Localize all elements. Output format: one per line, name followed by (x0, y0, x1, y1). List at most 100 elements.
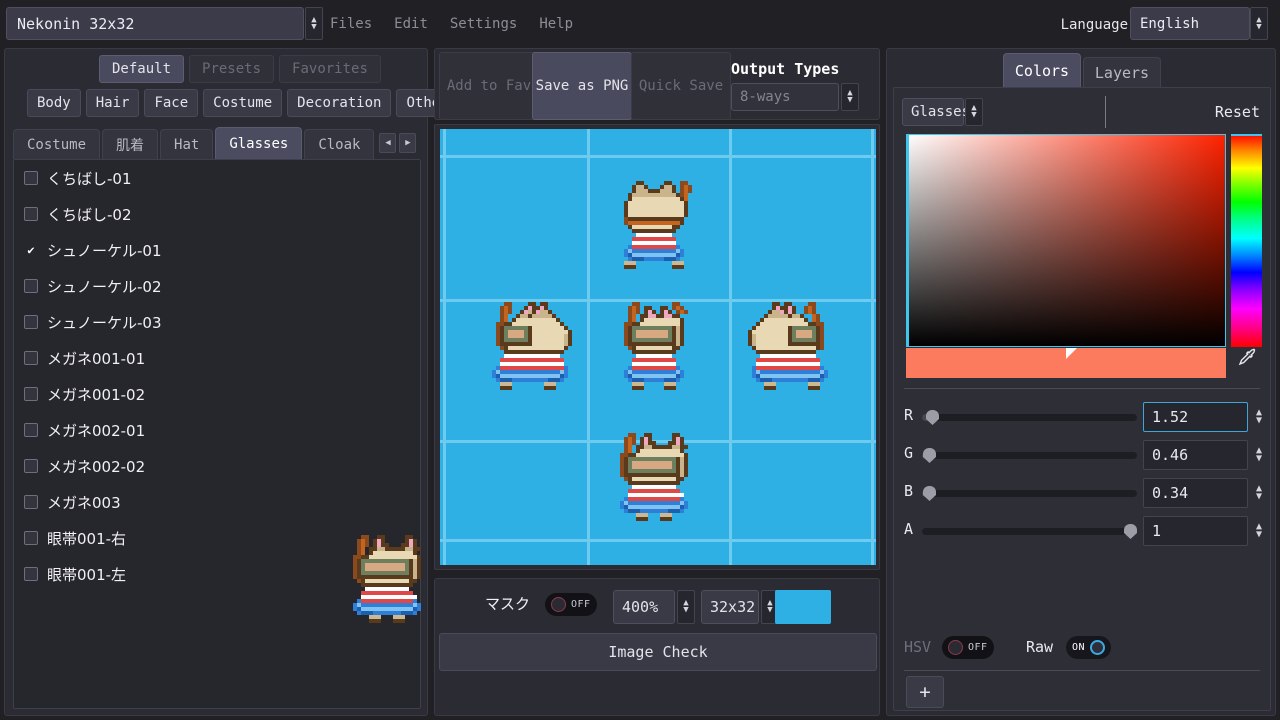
output-types-select[interactable]: 8-ways (731, 83, 839, 111)
list-item[interactable]: ✔ シュノーケル-01 (14, 232, 420, 268)
raw-toggle[interactable]: ON (1066, 636, 1112, 659)
category-body-button[interactable]: Body (27, 89, 81, 117)
size-select[interactable]: 32x32 (701, 590, 759, 624)
category-hair-button[interactable]: Hair (85, 89, 140, 117)
category-decoration-button[interactable]: Decoration (287, 89, 392, 117)
raw-toggle-state: ON (1072, 642, 1086, 653)
hue-cursor (1231, 134, 1262, 136)
sv-cursor (907, 135, 909, 346)
list-item[interactable]: くちばし-01 (14, 160, 420, 196)
list-item[interactable]: メガネ001-01 (14, 340, 420, 376)
list-item-label: 眼帯001-左 (47, 565, 127, 584)
tab-scroll-left-icon[interactable]: ◀ (379, 133, 397, 153)
layer-select[interactable]: Glasses (902, 98, 970, 126)
channel-row-r: R 1.52 ▲ ▼ (904, 402, 1264, 432)
value-stepper-a[interactable]: ▲ ▼ (1251, 516, 1267, 546)
list-item-checkbox[interactable] (24, 171, 38, 185)
channel-label-g: G (904, 444, 914, 462)
tab-layers[interactable]: Layers (1083, 57, 1161, 87)
menu-settings[interactable]: Settings (450, 16, 517, 32)
list-item[interactable]: シュノーケル-02 (14, 268, 420, 304)
zoom-stepper[interactable]: ▲ ▼ (677, 590, 695, 624)
add-to-fav-button[interactable]: Add to Fav (439, 52, 539, 120)
preset-favorites-button[interactable]: Favorites (279, 55, 381, 83)
layer-select-stepper[interactable]: ▲ ▼ (965, 98, 983, 126)
preset-default-button[interactable]: Default (99, 55, 185, 83)
save-as-png-button[interactable]: Save as PNG (532, 52, 632, 120)
value-stepper-r[interactable]: ▲ ▼ (1251, 402, 1267, 432)
list-item-checkbox[interactable] (24, 423, 38, 437)
list-item-checkbox[interactable] (24, 459, 38, 473)
zoom-select[interactable]: 400% (613, 590, 675, 624)
language-select[interactable]: English (1130, 7, 1250, 40)
saturation-value-picker[interactable] (906, 134, 1226, 347)
reset-button[interactable]: Reset (1215, 103, 1260, 121)
mask-toggle[interactable]: OFF (545, 593, 597, 616)
list-item-checkbox[interactable] (24, 531, 38, 545)
list-item[interactable]: メガネ003 (14, 484, 420, 520)
hsv-label: HSV (904, 638, 932, 656)
hsv-toggle[interactable]: OFF (942, 636, 994, 659)
channel-label-b: B (904, 482, 914, 500)
parts-list[interactable]: くちばし-01 くちばし-02 ✔ シュノーケル-01 シュノーケル-02 シュノーケル-… (13, 159, 421, 709)
list-item-checkbox[interactable] (24, 567, 38, 581)
sub-tab-hat[interactable]: Hat (160, 129, 214, 159)
tab-colors[interactable]: Colors (1003, 53, 1081, 87)
sprite-right (748, 294, 828, 390)
value-stepper-b[interactable]: ▲ ▼ (1251, 478, 1267, 508)
category-face-button[interactable]: Face (144, 89, 199, 117)
menu-files[interactable]: Files (330, 16, 372, 32)
quick-save-button[interactable]: Quick Save (631, 52, 731, 120)
sprite-canvas[interactable] (440, 129, 876, 565)
character-preview-thumbnail (349, 527, 429, 623)
menu-edit[interactable]: Edit (394, 16, 428, 32)
output-types-stepper[interactable]: ▲ ▼ (841, 83, 859, 111)
preset-presets-button[interactable]: Presets (189, 55, 275, 83)
list-item-checkbox[interactable] (24, 207, 38, 221)
list-item-label: メガネ001-01 (47, 349, 146, 368)
list-item[interactable]: シュノーケル-03 (14, 304, 420, 340)
slider-r-knob[interactable] (926, 410, 939, 425)
value-field-g[interactable]: 0.46 (1143, 440, 1248, 470)
background-color-swatch[interactable] (775, 590, 831, 624)
menu-help[interactable]: Help (539, 16, 573, 32)
value-field-r[interactable]: 1.52 (1143, 402, 1248, 432)
sub-tab-costume[interactable]: Costume (13, 129, 101, 159)
list-item[interactable]: メガネ002-02 (14, 448, 420, 484)
sub-tab-cloak[interactable]: Cloak (304, 129, 375, 159)
sub-tab-underwear[interactable]: 肌着 (102, 129, 159, 159)
list-item-label: メガネ003 (47, 493, 121, 512)
list-item-checkbox[interactable] (24, 387, 38, 401)
hue-strip[interactable] (1231, 134, 1262, 347)
list-item-checkbox[interactable] (24, 315, 38, 329)
list-item-checkbox[interactable]: ✔ (24, 243, 38, 257)
list-item-checkbox[interactable] (24, 495, 38, 509)
value-field-b[interactable]: 0.34 (1143, 478, 1248, 508)
slider-a-knob[interactable] (1124, 524, 1137, 539)
project-select[interactable]: Nekonin 32x32 (6, 7, 304, 40)
list-item-checkbox[interactable] (24, 351, 38, 365)
add-color-button[interactable]: + (906, 676, 944, 708)
slider-r[interactable] (922, 410, 1137, 425)
slider-g-knob[interactable] (923, 448, 936, 463)
slider-b[interactable] (922, 486, 1137, 501)
list-item-checkbox[interactable] (24, 279, 38, 293)
category-costume-button[interactable]: Costume (203, 89, 283, 117)
list-item[interactable]: メガネ001-02 (14, 376, 420, 412)
language-stepper[interactable]: ▲ ▼ (1250, 7, 1268, 40)
sub-tab-glasses[interactable]: Glasses (215, 127, 303, 159)
project-stepper[interactable]: ▲ ▼ (305, 7, 323, 40)
eyedropper-icon[interactable] (1236, 346, 1260, 372)
value-stepper-g[interactable]: ▲ ▼ (1251, 440, 1267, 470)
list-item[interactable]: くちばし-02 (14, 196, 420, 232)
vertical-divider (1105, 96, 1106, 128)
tab-scroll-right-icon[interactable]: ▶ (399, 133, 417, 153)
image-check-button[interactable]: Image Check (439, 633, 877, 671)
list-item[interactable]: メガネ002-01 (14, 412, 420, 448)
slider-b-knob[interactable] (923, 486, 936, 501)
slider-a[interactable] (922, 524, 1137, 539)
value-field-a[interactable]: 1 (1143, 516, 1248, 546)
right-tab-strip: Colors Layers (887, 53, 1277, 87)
list-item-label: メガネ002-01 (47, 421, 146, 440)
slider-g[interactable] (922, 448, 1137, 463)
